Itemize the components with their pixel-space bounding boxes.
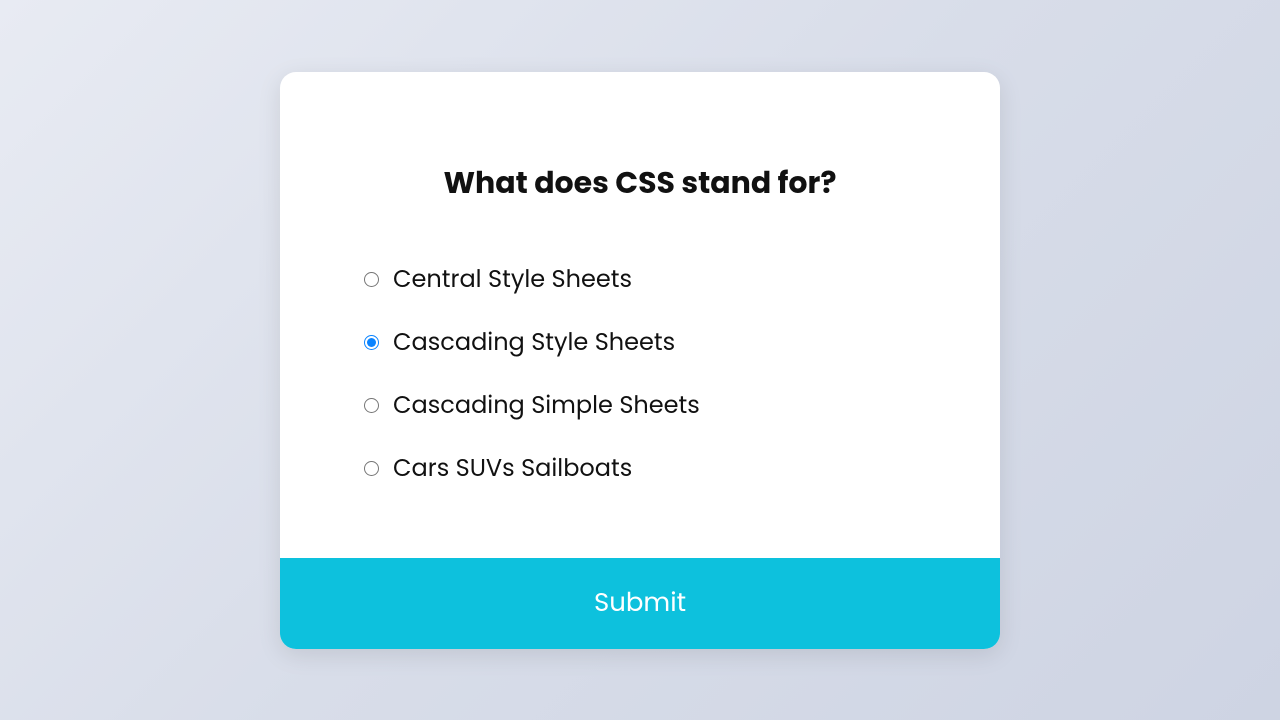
options-group: Central Style Sheets Cascading Style She… [360,262,920,486]
option-radio-3[interactable] [364,461,379,476]
option-row[interactable]: Central Style Sheets [364,262,632,297]
option-row[interactable]: Cascading Simple Sheets [364,388,700,423]
quiz-question: What does CSS stand for? [360,160,920,206]
option-row[interactable]: Cars SUVs Sailboats [364,451,632,486]
option-label: Central Style Sheets [393,262,632,297]
option-radio-2[interactable] [364,398,379,413]
quiz-card: What does CSS stand for? Central Style S… [280,72,1000,649]
quiz-body: What does CSS stand for? Central Style S… [280,72,1000,558]
option-label: Cascading Simple Sheets [393,388,700,423]
option-radio-0[interactable] [364,272,379,287]
submit-button[interactable]: Submit [280,558,1000,649]
option-label: Cascading Style Sheets [393,325,675,360]
option-row[interactable]: Cascading Style Sheets [364,325,675,360]
option-radio-1[interactable] [364,335,379,350]
option-label: Cars SUVs Sailboats [393,451,632,486]
